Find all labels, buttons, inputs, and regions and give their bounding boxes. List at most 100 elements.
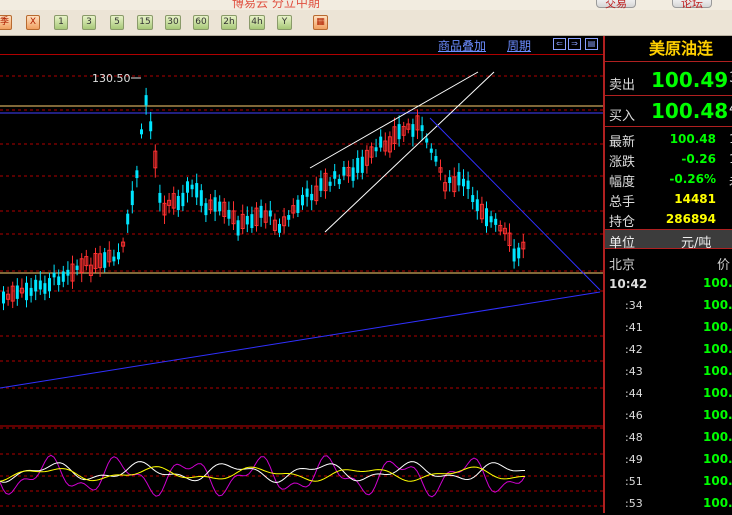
toolbar-2h-button[interactable]: 2h	[221, 15, 237, 30]
tick-price: 100.4	[703, 276, 732, 290]
buy-quote: 买入 100.48 4	[605, 97, 732, 127]
stat-value: 14481	[674, 192, 716, 206]
unit-label: 单位	[609, 236, 636, 251]
stat-value: 286894	[665, 212, 716, 226]
candle-body	[43, 283, 47, 294]
toolbar-grid-button[interactable]: ▦	[313, 15, 328, 30]
candle-body	[301, 194, 304, 206]
toolbar-30min-button[interactable]: 30	[165, 15, 181, 30]
tick-time: :43	[625, 365, 643, 378]
candle-body	[236, 220, 240, 236]
kline-canvas[interactable]: 130.50	[0, 36, 603, 513]
candle-body	[360, 156, 364, 173]
candle-body	[466, 180, 470, 190]
candle-body	[25, 282, 28, 301]
tick-time: :49	[625, 453, 643, 466]
candle-body	[126, 213, 130, 225]
instrument-title: 美原油连	[605, 36, 732, 62]
candle-body	[287, 215, 291, 220]
tick-time: :44	[625, 387, 643, 400]
tick-time: :48	[625, 431, 643, 444]
candle-body	[429, 148, 433, 153]
stat-label: 持仓	[609, 215, 636, 230]
candle-body	[227, 209, 231, 219]
tick-price: 100.4	[703, 386, 732, 400]
sell-value: 100.49	[651, 68, 729, 92]
candle-body	[117, 252, 120, 260]
candle-body	[213, 197, 217, 212]
candle-body	[512, 248, 516, 262]
candle-body	[34, 279, 38, 292]
buy-value: 100.48	[651, 99, 729, 123]
tick-row: :34 100.4	[605, 295, 732, 317]
long-support-line	[0, 291, 601, 389]
stat-latest: 最新 100.48 1	[605, 129, 732, 150]
candle-body	[259, 205, 263, 218]
tick-price: 100.4	[703, 342, 732, 356]
tick-time: :34	[625, 299, 643, 312]
wedge-upper-line	[309, 71, 479, 169]
candle-body	[337, 178, 341, 185]
toolbar-15min-button[interactable]: 15	[137, 15, 153, 30]
tick-row: :48 100.4	[605, 427, 732, 449]
toolbar-5min-button[interactable]: 5	[110, 15, 124, 30]
candle-body	[158, 192, 162, 203]
candle-body	[2, 291, 5, 304]
candle-body	[204, 203, 208, 216]
candle-body	[485, 208, 488, 227]
stat-label: 涨跌	[609, 155, 636, 170]
tick-price: 100.4	[703, 452, 732, 466]
toolbar-1min-button[interactable]: 1	[54, 15, 68, 30]
tick-price: 100.4	[703, 496, 732, 510]
candle-body	[195, 183, 199, 198]
tick-time: :41	[625, 321, 643, 334]
tick-row: :41 100.4	[605, 317, 732, 339]
toolbar-season-button[interactable]: 季	[0, 15, 12, 30]
price-header: 价	[717, 258, 731, 273]
unit-row: 单位 元/吨	[605, 229, 732, 251]
candle-body	[15, 285, 19, 299]
tick-row: :46 100.4	[605, 405, 732, 427]
stat-volume: 总手 14481	[605, 189, 732, 210]
unit-value: 元/吨	[681, 236, 712, 251]
tick-time: :53	[625, 497, 643, 510]
candle-body	[475, 199, 479, 212]
stat-value: -0.26	[681, 152, 716, 166]
tick-row: :53 100.4	[605, 493, 732, 515]
candle-body	[268, 210, 272, 217]
sell-quote: 卖出 100.49 3	[605, 66, 732, 96]
toolbar-x-button[interactable]: X	[26, 15, 40, 30]
price-grid	[0, 75, 603, 507]
wedge-lower-line	[324, 71, 495, 233]
tick-time: :46	[625, 409, 643, 422]
candle-body	[278, 223, 281, 233]
kline-chart[interactable]: 商品叠加 周期 ⇐ ⇒ ▤ 130.50	[0, 36, 603, 513]
tick-price: 100.4	[703, 408, 732, 422]
toolbar-y-button[interactable]: Y	[277, 15, 292, 30]
candle-body	[310, 193, 314, 201]
candle-body	[434, 156, 438, 162]
trade-button[interactable]: 交易	[596, 0, 636, 10]
candle-body	[144, 95, 148, 106]
candle-body	[328, 181, 332, 186]
toolbar-4h-button[interactable]: 4h	[249, 15, 265, 30]
candle-body	[411, 124, 415, 137]
tick-row: :43 100.4	[605, 361, 732, 383]
tick-row: :42 100.4	[605, 339, 732, 361]
candle-body	[351, 167, 355, 181]
candle-body	[333, 171, 337, 179]
toolbar-3min-button[interactable]: 3	[82, 15, 96, 30]
candle-body	[112, 256, 116, 262]
tick-row: :49 100.4	[605, 449, 732, 471]
stat-label: 最新	[609, 135, 636, 150]
toolbar-60min-button[interactable]: 60	[193, 15, 209, 30]
forum-button[interactable]: 论坛	[672, 0, 712, 10]
peak-price-label: 130.50	[92, 72, 131, 85]
quote-panel: 美原油连 卖出 100.49 3 买入 100.48 4 最新 100.48 1…	[603, 36, 732, 513]
descending-trend-line	[429, 117, 601, 291]
candle-body	[379, 136, 383, 148]
candle-body	[250, 214, 254, 229]
stat-change: 涨跌 -0.26 1	[605, 149, 732, 170]
candle-body	[489, 216, 493, 223]
stat-value: 100.48	[669, 132, 716, 146]
